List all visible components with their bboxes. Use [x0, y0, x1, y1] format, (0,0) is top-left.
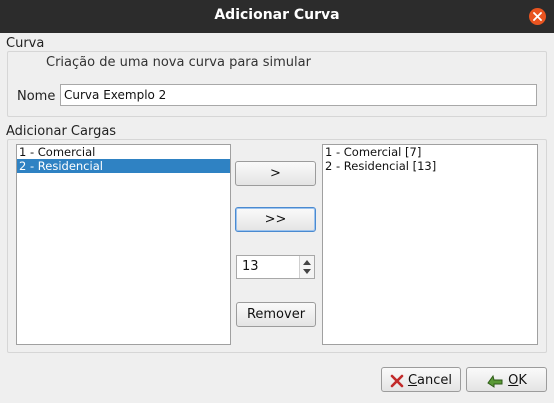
ok-button[interactable]: OK: [466, 367, 547, 392]
cancel-button[interactable]: Cancel: [381, 367, 461, 392]
add-all-button[interactable]: >>: [235, 207, 316, 232]
cancel-x-icon: [390, 374, 404, 387]
arrow-down-icon[interactable]: [303, 269, 311, 274]
ok-check-icon: [487, 374, 503, 388]
ok-label: K: [518, 373, 527, 388]
dialog-window: Adicionar Curva Curva Criação de uma nov…: [0, 0, 554, 403]
window-title: Adicionar Curva: [214, 7, 340, 23]
arrow-up-icon[interactable]: [303, 260, 311, 265]
spinner-arrows: [299, 256, 314, 278]
ok-mnemonic: O: [508, 373, 519, 388]
quantity-value: 13: [242, 259, 259, 274]
added-loads-list[interactable]: 1 - Comercial [7] 2 - Residencial [13]: [322, 144, 538, 345]
name-label: Nome: [17, 89, 56, 104]
quantity-spinner[interactable]: 13: [236, 255, 315, 279]
name-input[interactable]: [60, 84, 537, 106]
cancel-mnemonic: C: [407, 373, 418, 388]
list-item[interactable]: 2 - Residencial [13]: [323, 159, 537, 173]
curva-section-label: Curva: [6, 36, 45, 51]
remove-button[interactable]: Remover: [236, 302, 316, 327]
list-item[interactable]: 1 - Comercial: [17, 145, 230, 159]
title-bar: Adicionar Curva: [0, 0, 554, 33]
list-item-selected[interactable]: 2 - Residencial: [17, 159, 230, 173]
add-button[interactable]: >: [235, 161, 316, 186]
available-loads-list[interactable]: 1 - Comercial 2 - Residencial: [16, 144, 231, 345]
cargas-section-label: Adicionar Cargas: [6, 124, 117, 139]
close-button[interactable]: [529, 8, 546, 25]
close-icon: [533, 12, 542, 21]
curva-description: Criação de uma nova curva para simular: [46, 55, 311, 70]
cancel-label: ancel: [417, 373, 453, 388]
list-item[interactable]: 1 - Comercial [7]: [323, 145, 537, 159]
